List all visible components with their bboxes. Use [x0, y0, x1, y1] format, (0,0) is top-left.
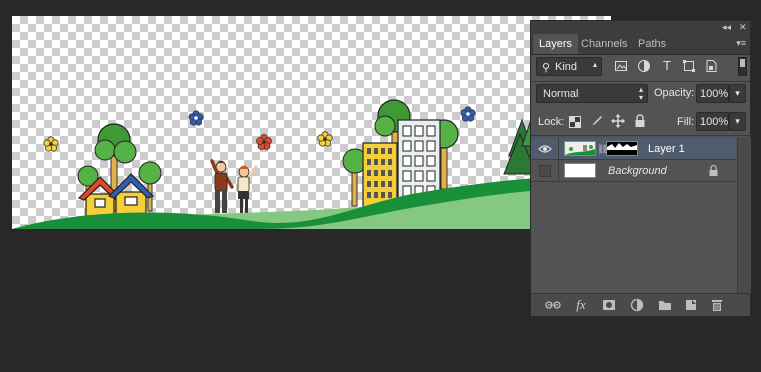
chevron-down-icon: ▾: [735, 88, 740, 98]
filter-kind-label: Kind: [555, 61, 578, 73]
panel-title-bar[interactable]: ◂◂ ✕: [531, 21, 750, 34]
layer-style-icon[interactable]: fx: [573, 297, 589, 313]
blend-mode-value: Normal: [543, 88, 579, 100]
opacity-label: Opacity:: [654, 87, 695, 99]
separator: [531, 81, 750, 82]
fill-slider-dropdown[interactable]: ▾: [729, 112, 746, 131]
layer-visibility-toggle[interactable]: [531, 160, 559, 182]
shape-filter-icon[interactable]: [682, 59, 696, 73]
smart-object-filter-icon[interactable]: [704, 59, 718, 73]
tab-channels[interactable]: Channels: [575, 34, 633, 54]
new-layer-icon[interactable]: [683, 297, 699, 313]
layer-mask-thumbnail[interactable]: [606, 141, 638, 156]
tab-paths[interactable]: Paths: [632, 34, 672, 54]
artwork: [12, 99, 611, 229]
lock-label: Lock:: [538, 116, 565, 128]
layers-panel: ◂◂ ✕ Layers Channels Paths ▾≡ ⚲ Kind ▴ T…: [530, 20, 751, 317]
person-man: [210, 159, 234, 213]
eye-icon: [538, 145, 552, 153]
layer-name[interactable]: Layer 1: [648, 143, 685, 155]
opacity-value: 100%: [700, 88, 729, 100]
flower-blue-2: [460, 106, 476, 122]
lock-image-pixels-icon[interactable]: [589, 114, 603, 128]
flower-blue-1: [188, 110, 204, 126]
flower-yellow-left: [43, 136, 59, 152]
panel-tabs: Layers Channels Paths: [531, 34, 750, 55]
separator: [531, 135, 750, 136]
layer-row-background[interactable]: Background: [531, 160, 736, 182]
document-canvas[interactable]: [12, 16, 611, 229]
updown-arrows-icon: ▴: [592, 60, 597, 69]
panel-menu-icon[interactable]: ▾≡: [736, 38, 746, 49]
layer-row-layer-1[interactable]: ⛓ Layer 1: [531, 138, 736, 160]
delete-layer-icon[interactable]: [709, 297, 725, 313]
fill-label: Fill:: [677, 116, 695, 128]
lock-all-icon[interactable]: [634, 114, 646, 128]
opacity-slider-dropdown[interactable]: ▾: [729, 84, 746, 103]
updown-arrows-icon: ▴ ▾: [638, 85, 643, 102]
chevron-down-icon: ▾: [735, 116, 740, 126]
layers-scrollbar[interactable]: [737, 137, 751, 294]
lock-icon[interactable]: [708, 164, 719, 177]
filter-kind-dropdown[interactable]: ⚲ Kind ▴: [536, 57, 602, 76]
flower-red: [256, 134, 272, 150]
layer-visibility-toggle[interactable]: [531, 138, 559, 160]
adjustment-filter-icon[interactable]: [637, 59, 651, 73]
layer-thumbnail[interactable]: [564, 163, 596, 178]
image-filter-icon[interactable]: [614, 59, 628, 73]
close-panel-icon[interactable]: ✕: [739, 21, 747, 34]
person-woman: [237, 165, 258, 213]
tab-layers[interactable]: Layers: [533, 34, 579, 54]
flower-yellow-mid: [317, 131, 333, 147]
layer-thumbnail[interactable]: [564, 141, 596, 156]
visibility-empty-box: [539, 165, 551, 177]
lock-position-icon[interactable]: [611, 114, 625, 128]
type-filter-icon[interactable]: T: [660, 59, 674, 73]
blend-mode-dropdown[interactable]: Normal ▴ ▾: [536, 84, 648, 103]
search-icon: ⚲: [542, 62, 551, 74]
lock-transparent-pixels-icon[interactable]: [569, 115, 581, 128]
new-group-icon[interactable]: [657, 297, 673, 313]
add-mask-icon[interactable]: [601, 297, 617, 313]
filter-toggle-switch[interactable]: [738, 57, 747, 76]
fill-value: 100%: [700, 116, 729, 128]
adjustment-layer-icon[interactable]: [629, 297, 645, 313]
fill-input[interactable]: 100%: [696, 112, 729, 131]
layer-name[interactable]: Background: [608, 165, 667, 177]
opacity-input[interactable]: 100%: [696, 84, 729, 103]
collapse-panel-icon[interactable]: ◂◂: [722, 21, 731, 34]
panel-bottom-toolbar: fx: [531, 293, 750, 316]
link-layers-icon[interactable]: [545, 297, 561, 313]
